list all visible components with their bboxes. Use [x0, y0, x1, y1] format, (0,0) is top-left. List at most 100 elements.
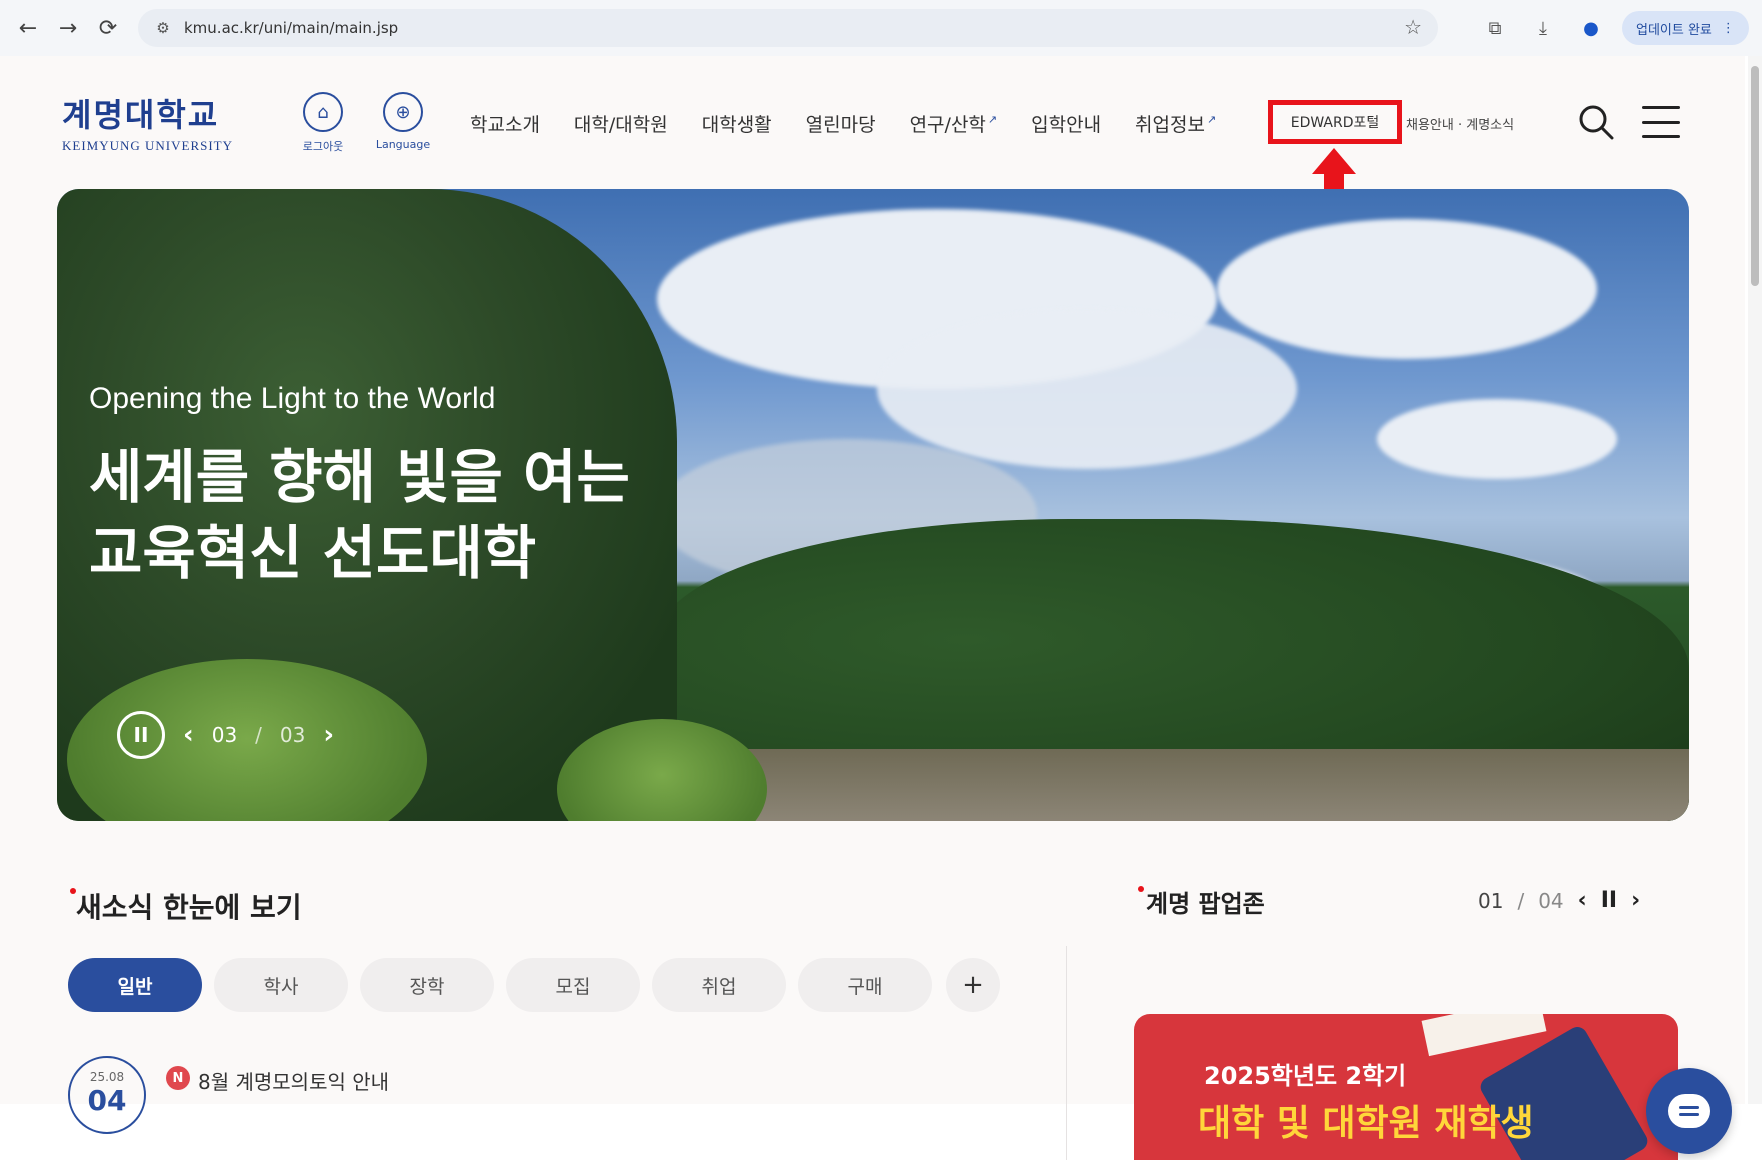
nav-label: 연구/산학 [909, 114, 986, 136]
nav-label: 입학안내 [1031, 114, 1102, 136]
popup-prev-icon[interactable]: ‹ [1578, 888, 1587, 913]
nav-item-careers[interactable]: 취업정보 ↗ [1135, 110, 1216, 137]
tab-purchase[interactable]: 구매 [798, 958, 932, 1012]
forward-icon[interactable]: → [48, 8, 88, 48]
popup-controls: 01 / 04 ‹ II › [1478, 888, 1640, 913]
tab-scholarship[interactable]: 장학 [360, 958, 494, 1012]
hero-title-line2: 교육혁신 선도대학 [89, 519, 537, 587]
news-section-title: 새소식 한눈에 보기 [76, 891, 302, 924]
popup-current: 01 [1478, 888, 1504, 913]
logout-icon: ⌂ [303, 92, 343, 132]
hamburger-menu-icon[interactable] [1642, 106, 1680, 138]
popup-separator: / [1517, 888, 1525, 913]
nav-label: 학교소개 [470, 114, 540, 136]
new-badge: N [166, 1066, 190, 1090]
hero-pause-button[interactable]: II [117, 711, 165, 759]
hero-controls: II ‹ 03 / 03 › [117, 711, 334, 759]
university-logo[interactable]: 계명대학교 KEIMYUNG UNIVERSITY [62, 90, 233, 154]
logo-english: KEIMYUNG UNIVERSITY [62, 138, 234, 153]
logout-label: 로그아웃 [302, 140, 344, 153]
nav-item-open-forum[interactable]: 열린마당 [806, 110, 876, 137]
nav-label: 대학/대학원 [573, 114, 668, 136]
tab-recruitment[interactable]: 모집 [506, 958, 640, 1012]
menu-line [1642, 120, 1680, 124]
external-link-icon: ↗ [987, 113, 998, 126]
nav-label: 열린마당 [805, 114, 876, 136]
hero-total-slides: 03 [279, 723, 306, 747]
nav-item-colleges[interactable]: 대학/대학원 [574, 110, 668, 137]
news-tabs: 일반 학사 장학 모집 취업 구매 + [68, 958, 1000, 1012]
hiring-news-link[interactable]: 채용안내 · 계명소식 [1406, 114, 1514, 133]
news-date: 25.08 04 [68, 1056, 146, 1134]
logout-button[interactable]: ⌂ 로그아웃 [286, 92, 360, 154]
url-text[interactable]: kmu.ac.kr/uni/main/main.jsp [184, 19, 398, 37]
more-news-plus-icon[interactable]: + [946, 958, 1000, 1012]
popup-total: 04 [1538, 888, 1564, 913]
bookmark-star-icon[interactable]: ☆ [1404, 15, 1422, 39]
back-icon[interactable]: ← [8, 8, 48, 48]
nav-item-research[interactable]: 연구/산학 ↗ [910, 110, 998, 137]
popup-zone-title: 계명 팝업존 [1146, 890, 1265, 918]
scrollbar-thumb[interactable] [1751, 66, 1759, 286]
hero-slider: Opening the Light to the World 세계를 향해 빛을… [57, 189, 1689, 821]
cloud [877, 309, 1297, 469]
pause-icon: II [133, 723, 149, 747]
news-list-item[interactable]: 25.08 04 N 8월 계명모의토익 안내 [68, 1056, 389, 1134]
banner-subtitle: 2025학년도 2학기 [1204, 1062, 1407, 1090]
popup-banner[interactable]: 2025학년도 2학기 대학 및 대학원 재학생 [1134, 1014, 1678, 1160]
chat-line [1679, 1106, 1699, 1109]
banner-title: 대학 및 대학원 재학생 [1198, 1103, 1534, 1144]
update-label: 업데이트 완료 [1636, 22, 1712, 38]
language-button[interactable]: ⊕ Language [366, 92, 440, 151]
language-label: Language [375, 138, 431, 151]
chatbot-button[interactable] [1646, 1068, 1732, 1154]
main-navigation: 학교소개 대학/대학원 대학생활 열린마당 연구/산학 ↗ 입학안내 취업정보 ↗ [470, 110, 1250, 137]
chat-bubble-icon [1668, 1094, 1710, 1128]
hero-title: 세계를 향해 빛을 여는 교육혁신 선도대학 [89, 439, 630, 591]
paper-graphic [1421, 1014, 1547, 1057]
browser-toolbar: ← → ⟳ ⚙ kmu.ac.kr/uni/main/main.jsp ☆ ⧉ … [0, 0, 1762, 56]
hero-subtitle: Opening the Light to the World [89, 382, 496, 415]
download-icon[interactable]: ⤓ [1526, 11, 1560, 45]
nav-label: 취업정보 [1135, 114, 1205, 136]
news-item-title[interactable]: 8월 계명모의토익 안내 [198, 1066, 389, 1095]
update-button[interactable]: 업데이트 완료 ⋮ [1622, 11, 1749, 45]
nav-label: 대학생활 [701, 114, 772, 136]
cloud [1377, 399, 1617, 479]
nav-item-about[interactable]: 학교소개 [470, 110, 540, 137]
site-info-icon[interactable]: ⚙ [146, 11, 180, 45]
menu-line [1642, 106, 1680, 109]
hero-title-line1: 세계를 향해 빛을 여는 [89, 443, 630, 511]
extensions-icon[interactable]: ⧉ [1478, 11, 1512, 45]
news-date-month: 25.08 [89, 1070, 125, 1084]
page-scrollbar[interactable] [1748, 56, 1762, 1104]
popup-next-icon[interactable]: › [1631, 888, 1640, 913]
edward-portal-link[interactable]: EDWARD포털 [1268, 100, 1402, 144]
profile-icon[interactable]: ● [1574, 11, 1608, 45]
external-link-icon: ↗ [1206, 113, 1217, 126]
tab-employment[interactable]: 취업 [652, 958, 786, 1012]
hero-slide-separator: / [255, 723, 262, 747]
globe-icon: ⊕ [383, 92, 423, 132]
logo-korean: 계명대학교 [62, 96, 220, 134]
hero-prev-icon[interactable]: ‹ [183, 720, 194, 750]
more-menu-icon[interactable]: ⋮ [1722, 21, 1735, 36]
chat-line [1679, 1113, 1699, 1116]
page-body: 계명대학교 KEIMYUNG UNIVERSITY ⌂ 로그아웃 ⊕ Langu… [0, 56, 1745, 1160]
tab-general[interactable]: 일반 [68, 958, 202, 1012]
reload-icon[interactable]: ⟳ [88, 8, 128, 48]
search-icon[interactable] [1576, 102, 1616, 142]
nav-item-campus-life[interactable]: 대학생활 [702, 110, 772, 137]
address-bar[interactable]: ⚙ kmu.ac.kr/uni/main/main.jsp ☆ [138, 9, 1438, 47]
title-dot [1138, 886, 1144, 892]
nav-item-admissions[interactable]: 입학안내 [1031, 110, 1101, 137]
hero-next-icon[interactable]: › [323, 720, 334, 750]
popup-pause-icon[interactable]: II [1601, 888, 1617, 913]
news-date-day: 04 [87, 1084, 127, 1117]
tab-academic[interactable]: 학사 [214, 958, 348, 1012]
menu-line [1642, 135, 1680, 138]
cloud [1217, 219, 1597, 359]
edward-portal-label: EDWARD포털 [1290, 115, 1380, 131]
hero-current-slide: 03 [211, 723, 238, 747]
section-divider [1066, 946, 1067, 1160]
